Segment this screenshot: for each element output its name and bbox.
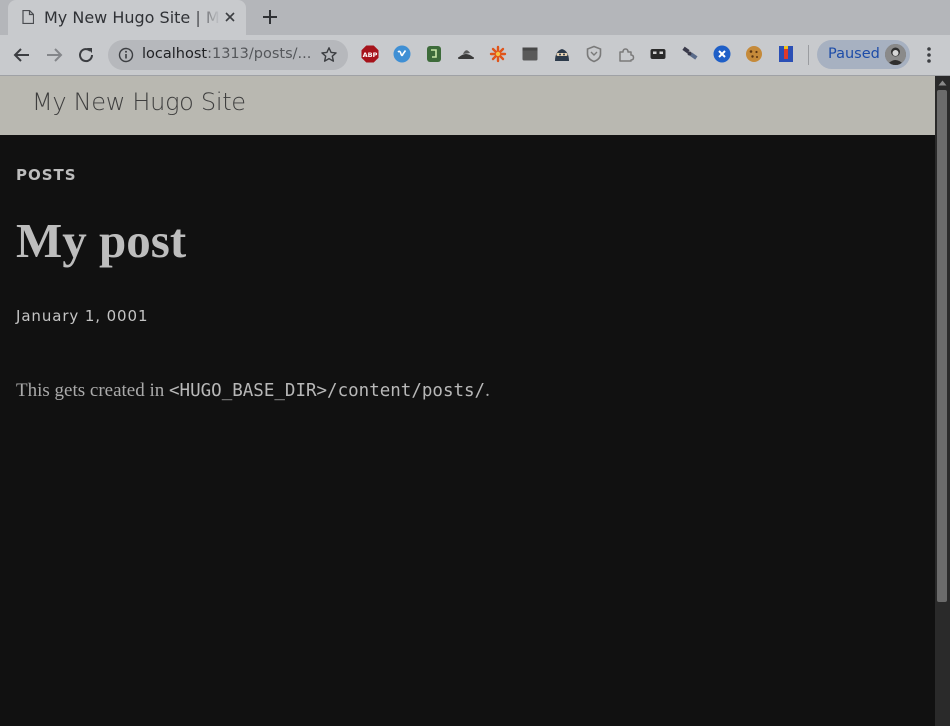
evernote-icon[interactable] (425, 45, 443, 63)
vimeo-icon[interactable] (393, 45, 411, 63)
scrollbar-thumb[interactable] (937, 90, 947, 602)
tab-strip: My New Hugo Site | My post (0, 0, 950, 35)
plus-icon[interactable] (259, 6, 281, 28)
toolbar-divider (808, 45, 809, 65)
arrow-left-icon[interactable] (10, 43, 34, 67)
flower-icon[interactable] (489, 45, 507, 63)
satellite-icon[interactable] (681, 45, 699, 63)
site-header: My New Hugo Site (0, 76, 935, 135)
url-host: localhost (142, 46, 208, 62)
more-vert-icon[interactable] (920, 45, 938, 65)
profile-status-label: Paused (828, 46, 880, 62)
profile-button[interactable]: Paused (817, 40, 910, 69)
cookie-icon[interactable] (745, 45, 763, 63)
tab-title: My New Hugo Site | My post (44, 8, 220, 27)
post-body: This gets created in <HUGO_BASE_DIR>/con… (16, 380, 490, 402)
avatar (885, 44, 906, 65)
close-icon[interactable] (222, 9, 238, 25)
flag-icon[interactable] (777, 45, 795, 63)
browser-window: My New Hugo Site | My post localho (0, 0, 950, 726)
post-body-text: This gets created in (16, 380, 170, 401)
reload-icon[interactable] (74, 43, 98, 67)
abp-label: ABP (363, 51, 378, 59)
post-title: My post (16, 213, 187, 268)
mask-icon[interactable] (649, 45, 667, 63)
post-date: January 1, 0001 (16, 307, 149, 325)
ninja-icon[interactable] (553, 45, 571, 63)
address-bar[interactable]: localhost:1313/posts/... (108, 40, 348, 70)
circle-x-icon[interactable] (713, 45, 731, 63)
post-body-end: . (485, 380, 490, 401)
hat-icon[interactable] (457, 45, 475, 63)
site-title-link[interactable]: My New Hugo Site (32, 88, 246, 116)
puzzle-icon[interactable] (617, 45, 635, 63)
section-label[interactable]: POSTS (16, 166, 77, 184)
shield-icon[interactable] (585, 45, 603, 63)
post-body-code: <HUGO_BASE_DIR>/content/posts/ (169, 381, 486, 401)
info-icon[interactable] (118, 47, 134, 63)
page-viewport: My New Hugo Site POSTS My post January 1… (0, 76, 935, 726)
url-text[interactable]: localhost:1313/posts/... (142, 46, 318, 62)
arrow-right-icon[interactable] (42, 43, 66, 67)
adblock-plus-icon[interactable]: ABP (361, 45, 379, 63)
folder-icon[interactable] (521, 45, 539, 63)
browser-toolbar: localhost:1313/posts/... ABP Paused (0, 35, 950, 76)
star-icon[interactable] (320, 46, 338, 64)
page-scrollbar[interactable] (935, 76, 950, 726)
page-icon (22, 10, 34, 24)
scroll-up-arrow-icon[interactable] (938, 80, 947, 86)
url-path: :1313/posts/... (207, 46, 312, 62)
tab-active[interactable]: My New Hugo Site | My post (8, 0, 246, 35)
